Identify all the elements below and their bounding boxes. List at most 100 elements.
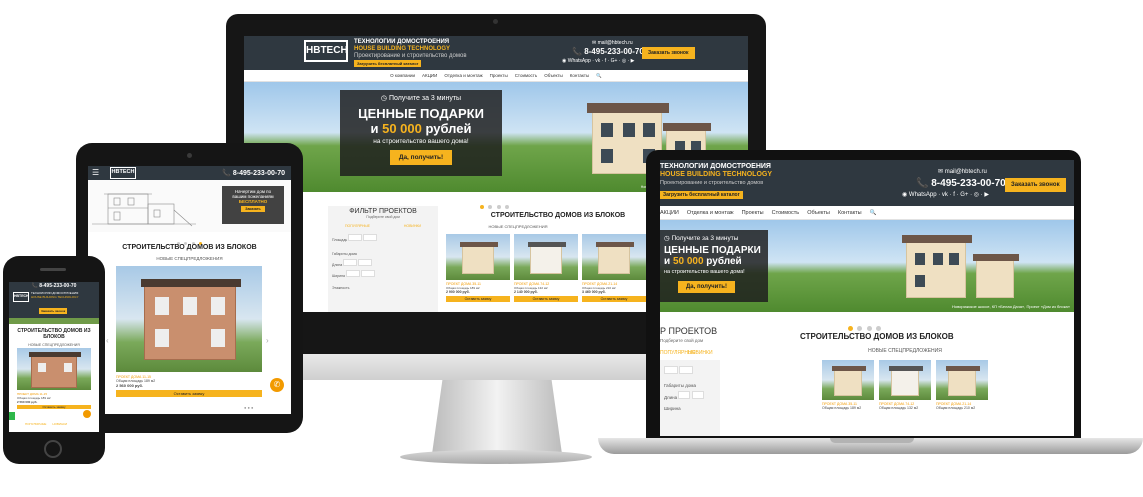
phone-call-icon[interactable]: ✆ [270,378,284,392]
section-subtitle: НОВЫЕ СПЕЦПРЕДЛОЖЕНИЯ [28,343,80,347]
project-card[interactable]: ПРОЕКТ ДОМА 35-11 Общая площадь 189 м2 2… [446,234,510,302]
tagline-line3: Проектирование и строительство домов [354,53,467,59]
phone-speaker [40,268,66,271]
logo[interactable]: HBTECH [304,40,348,62]
social-links[interactable]: ◉ WhatsApp · vk · f · G+ · ◎ · ▶ [562,58,634,64]
phone-number[interactable]: 📞 8-495-233-00-70 [916,178,1006,189]
laptop-screen: ТЕХНОЛОГИИ ДОМОСТРОЕНИЯ HOUSE BUILDING T… [660,160,1074,436]
nav-item-finishing[interactable]: Отделка и монтаж [687,210,734,216]
project-card[interactable]: ПРОЕКТ ДОМА 21-14 Общая площадь 210 м2 [936,360,988,410]
length-from-input[interactable] [678,391,691,399]
nav-item-contacts[interactable]: Контакты [838,210,862,216]
nav-item-projects[interactable]: Проекты [490,73,508,78]
nav-item-promo[interactable]: АКЦИИ [660,210,679,216]
phone-number[interactable]: 📞 8-495-233-00-70 [9,283,99,289]
search-icon[interactable]: 🔍 [870,210,877,216]
hero-line4: на строительство вашего дома! [373,138,469,145]
area-to-input[interactable] [363,234,378,241]
download-catalog-button[interactable]: Загрузить бесплатный каталог [354,60,422,67]
hero-offer: ◷ Получите за 3 минуты ЦЕННЫЕ ПОДАРКИ и … [660,230,768,302]
hero-cta-button[interactable]: Да, получить! [389,150,453,165]
tab-popular[interactable]: ПОПУЛЯРНЫЕ [25,422,46,426]
project-card[interactable]: ПРОЕКТ ДОМА 11-15 Общая площадь 189 м2 2… [116,266,262,397]
length-from-input[interactable] [343,259,358,266]
nav-item-objects[interactable]: Объекты [807,210,830,216]
logo[interactable]: HBTECH [13,292,29,302]
nav-item-price[interactable]: Стоимость [515,73,538,78]
area-to-input[interactable] [679,366,694,374]
download-catalog-button[interactable]: Загрузить бесплатный каталог [660,191,743,199]
project-card[interactable]: ПРОЕКТ ДОМА 11-15 Общая площадь 189 м2 2… [17,348,91,409]
tagline: ТЕХНОЛОГИИ ДОМОСТРОЕНИЯ HOUSE BUILDING T… [31,291,79,299]
tablet-promo: Начертим дом по вашим пожеланиям БЕСПЛАТ… [222,186,284,224]
nav-item-contacts[interactable]: Контакты [570,73,589,78]
order-button[interactable]: Оставить заявку [116,390,262,397]
order-button[interactable]: Оставить заявку [582,296,646,302]
phone-home-button [44,440,62,458]
promo-banner: Начертим дом по вашим пожеланиям БЕСПЛАТ… [88,180,291,232]
tagline-line2: HOUSE BUILDING TECHNOLOGY [660,171,773,178]
section-subtitle: НОВЫЕ СПЕЦПРЕДЛОЖЕНИЯ [868,348,942,354]
phone-number[interactable]: 📞 8-495-233-00-70 [572,47,644,56]
hero-cta-button[interactable]: Да, получить! [678,281,735,293]
filter-width-row: Ширина [328,267,438,278]
area-from-input[interactable] [348,234,363,241]
whatsapp-icon[interactable] [9,412,15,420]
nav-item-price[interactable]: Стоимость [772,210,800,216]
nav-item-objects[interactable]: Объекты [544,73,563,78]
nav-item-projects[interactable]: Проекты [742,210,764,216]
project-card[interactable]: ПРОЕКТ ДОМА 74-12 Общая площадь 132 м2 2… [514,234,578,302]
card-area: Общая площадь 189 м2 [822,406,862,410]
slider-dots[interactable] [88,232,291,245]
area-from-input[interactable] [664,366,678,374]
tagline-line2: HOUSE BUILDING TECHNOLOGY [354,46,451,52]
callback-button[interactable]: Заказать звонок [1005,178,1066,192]
order-button[interactable]: Оставить заявку [514,296,578,302]
search-icon[interactable]: 🔍 [596,73,602,79]
order-button[interactable]: Оставить заявку [446,296,510,302]
tablet-promo-button[interactable]: Заказать [241,206,265,212]
tablet-screen: ☰ HBTECH 📞 8-495-233-00-70 Начертим дом … [88,166,291,414]
length-to-input[interactable] [691,391,704,399]
email[interactable]: ✉ mail@hbtech.ru [938,168,987,175]
section-subtitle: НОВЫЕ СПЕЦПРЕДЛОЖЕНИЯ [488,224,548,229]
width-from-input[interactable] [345,270,360,277]
project-card[interactable]: ПРОЕКТ ДОМА 74-12 Общая площадь 132 м2 [879,360,931,410]
slider-prev-icon[interactable]: ‹ [106,336,109,345]
project-card[interactable]: ПРОЕКТ ДОМА 35-11 Общая площадь 189 м2 [822,360,874,410]
filter-length-row: Длина [328,256,438,267]
nav-item-finishing[interactable]: Отделка и монтаж [444,73,482,78]
nav-item-about[interactable]: О компании [390,73,415,78]
hero-strip [9,318,99,324]
width-to-input[interactable] [360,270,375,277]
main-nav: АКЦИИ Отделка и монтаж Проекты Стоимость… [660,206,1074,220]
main-nav: О компании АКЦИИ Отделка и монтаж Проект… [244,70,748,82]
tab-new[interactable]: НОВИНКИ [52,422,67,426]
project-card[interactable]: ПРОЕКТ ДОМА 21-14 Общая площадь 210 м2 3… [582,234,646,302]
carousel-dots[interactable]: ● ● ● [244,405,253,410]
phone-call-icon[interactable] [83,410,91,418]
tab-popular[interactable]: ПОПУЛЯРНЫЕ [345,224,370,228]
tab-new[interactable]: НОВИНКИ [688,350,713,356]
menu-icon[interactable]: ☰ [92,168,99,177]
filter-area-row: Площадь [328,228,438,242]
callback-button[interactable]: Заказать звонок [642,47,695,59]
slider-next-icon[interactable]: › [266,336,269,345]
phone-number[interactable]: 📞 8-495-233-00-70 [222,169,285,177]
logo[interactable]: HBTECH [110,167,136,179]
order-button[interactable]: Оставить заявку [17,405,91,409]
tab-new[interactable]: НОВИНКИ [404,224,421,228]
tagline: ТЕХНОЛОГИИ ДОМОСТРОЕНИЯ HOUSE BUILDING T… [660,163,772,187]
hero-line3: и 50 000 рублей [370,121,472,136]
social-links[interactable]: ◉ WhatsApp · vk · f · G+ · ◎ · ▶ [902,191,989,198]
phone-tabs: ПОПУЛЯРНЫЕ НОВИНКИ [25,422,67,426]
tablet-camera [187,153,192,158]
callback-button[interactable]: Заказать звонок [39,308,68,314]
phone-screen: 📞 8-495-233-00-70 HBTECH ТЕХНОЛОГИИ ДОМО… [9,282,99,432]
section-subtitle: НОВЫЕ СПЕЦПРЕДЛОЖЕНИЯ [156,256,223,261]
length-to-input[interactable] [358,259,373,266]
hero-line2: ЦЕННЫЕ ПОДАРКИ [664,245,761,256]
hero-line3: и 50 000 рублей [664,256,742,267]
nav-item-promo[interactable]: АКЦИИ [422,73,437,78]
email[interactable]: ✉ mail@hbtech.ru [592,40,633,46]
